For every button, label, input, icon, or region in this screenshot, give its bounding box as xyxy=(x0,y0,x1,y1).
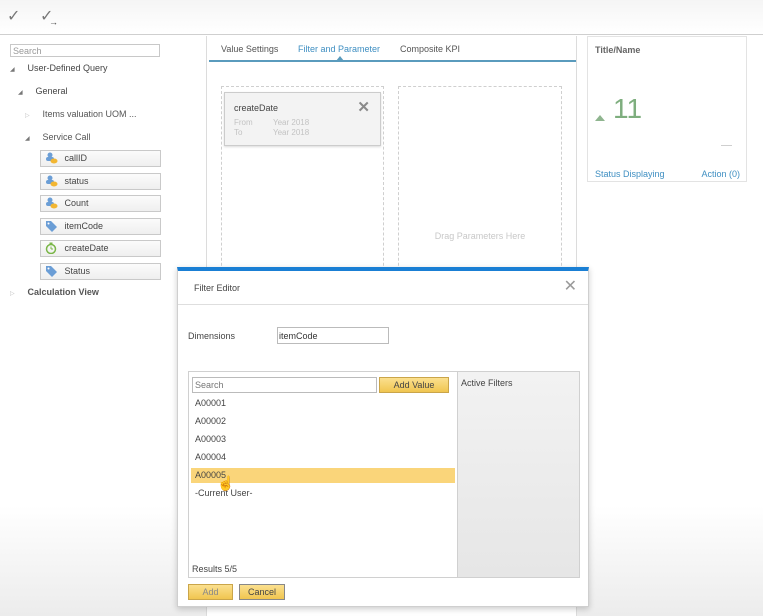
kpi-preview-card: Title/Name 11 Status Displaying Action (… xyxy=(587,36,747,182)
field-label: status xyxy=(64,176,89,186)
active-filters-panel: Active Filters xyxy=(457,371,580,578)
add-value-button[interactable]: Add Value xyxy=(379,377,449,393)
tree-node-label: General xyxy=(35,86,68,96)
field-label: createDate xyxy=(64,243,109,253)
arrow-right-icon: → xyxy=(49,17,58,27)
close-icon[interactable]: ✕ xyxy=(357,98,370,116)
checkmark-icon[interactable]: ✓ xyxy=(7,8,25,26)
active-filters-title: Active Filters xyxy=(461,378,513,388)
measure-icon xyxy=(46,197,58,209)
field-item-status[interactable]: status xyxy=(40,173,161,190)
filter-editor-dialog: Filter Editor ✕ Dimensions Add Value A00… xyxy=(177,267,589,607)
clock-icon xyxy=(45,242,57,254)
dialog-title: Filter Editor xyxy=(194,283,241,293)
results-count: Results 5/5 xyxy=(192,564,238,574)
value-list-item[interactable]: A00002 xyxy=(191,414,455,429)
tab-value-settings[interactable]: Value Settings xyxy=(221,44,278,54)
to-value: Year 2018 xyxy=(273,128,310,137)
field-item-itemcode[interactable]: itemCode xyxy=(40,218,161,235)
add-button[interactable]: Add xyxy=(188,584,233,600)
field-item-count[interactable]: Count xyxy=(40,195,161,212)
collapsed-triangle-icon: ▷ xyxy=(10,291,15,297)
query-tree-panel: ◢ User-Defined Query ◢ General ▷ Items v… xyxy=(0,36,200,616)
collapsed-triangle-icon: ▷ xyxy=(25,113,30,119)
field-label: callID xyxy=(64,153,88,163)
filter-card-createdate[interactable]: createDate ✕ From Year 2018 To Year 2018 xyxy=(224,92,381,146)
checkmark-arrow-icon[interactable]: ✓ → xyxy=(40,8,58,27)
tree-node-items-valuation[interactable]: ▷ Items valuation UOM ... xyxy=(25,109,137,119)
measure-icon xyxy=(46,175,58,187)
filter-from-row: From Year 2018 xyxy=(234,118,309,127)
from-value: Year 2018 xyxy=(273,118,310,127)
field-item-createdate[interactable]: createDate xyxy=(40,240,161,257)
status-displaying-link[interactable]: Status Displaying xyxy=(595,169,665,179)
tree-node-general[interactable]: ◢ General xyxy=(18,86,68,96)
cancel-button[interactable]: Cancel xyxy=(239,584,285,600)
dimensions-input[interactable] xyxy=(277,327,389,344)
toolbar: ✓ ✓ → xyxy=(0,0,763,35)
action-link[interactable]: Action (0) xyxy=(701,169,740,179)
tab-composite-kpi[interactable]: Composite KPI xyxy=(400,44,460,54)
expanded-triangle-icon: ◢ xyxy=(10,67,15,73)
to-label: To xyxy=(234,128,243,137)
kpi-title: Title/Name xyxy=(595,45,641,55)
value-list-item[interactable]: -Current User- xyxy=(191,486,455,501)
field-label: itemCode xyxy=(64,221,104,231)
tree-node-service-call[interactable]: ◢ Service Call xyxy=(25,132,91,142)
value-list-item-selected[interactable]: A00005 xyxy=(191,468,455,483)
trend-up-icon xyxy=(595,115,605,121)
value-list-item[interactable]: A00001 xyxy=(191,396,455,411)
tree-node-label: Items valuation UOM ... xyxy=(42,109,137,119)
active-tab-indicator xyxy=(336,56,344,61)
tree-node-user-defined-query[interactable]: ◢ User-Defined Query xyxy=(10,63,108,73)
tree-node-label: Calculation View xyxy=(27,287,99,297)
field-item-status-dimension[interactable]: Status xyxy=(40,263,161,280)
tab-filter-and-parameter[interactable]: Filter and Parameter xyxy=(298,44,380,54)
value-list-item[interactable]: A00004 xyxy=(191,450,455,465)
field-item-callid[interactable]: callID xyxy=(40,150,161,167)
value-list-item[interactable]: A00003 xyxy=(191,432,455,447)
kpi-value: 11 xyxy=(613,93,643,124)
expanded-triangle-icon: ◢ xyxy=(25,136,30,142)
expanded-triangle-icon: ◢ xyxy=(18,90,23,96)
tree-node-label: User-Defined Query xyxy=(27,63,108,73)
tree-node-label: Service Call xyxy=(42,132,91,142)
close-icon[interactable]: ✕ xyxy=(564,279,577,295)
filter-to-row: To Year 2018 xyxy=(234,128,309,137)
from-label: From xyxy=(234,118,253,127)
kpi-target-dash xyxy=(721,145,732,146)
field-label: Status xyxy=(64,266,91,276)
field-label: Count xyxy=(64,198,89,208)
settings-tabs: Value Settings Filter and Parameter Comp… xyxy=(209,36,576,62)
drag-parameters-hint: Drag Parameters Here xyxy=(434,231,526,241)
dialog-header: Filter Editor ✕ xyxy=(178,271,588,305)
tree-node-calculation-view[interactable]: ▷ Calculation View xyxy=(10,287,99,297)
sidebar-search-input[interactable] xyxy=(10,44,160,57)
parameter-drop-zone[interactable]: Drag Parameters Here xyxy=(398,86,562,286)
value-search-input[interactable] xyxy=(192,377,377,393)
measure-icon xyxy=(46,152,58,164)
tag-icon xyxy=(46,265,57,277)
tag-icon xyxy=(46,220,57,232)
value-list-panel: Add Value A00001 A00002 A00003 A00004 A0… xyxy=(188,371,458,578)
filter-card-title: createDate xyxy=(234,103,279,113)
dimensions-label: Dimensions xyxy=(188,331,236,341)
